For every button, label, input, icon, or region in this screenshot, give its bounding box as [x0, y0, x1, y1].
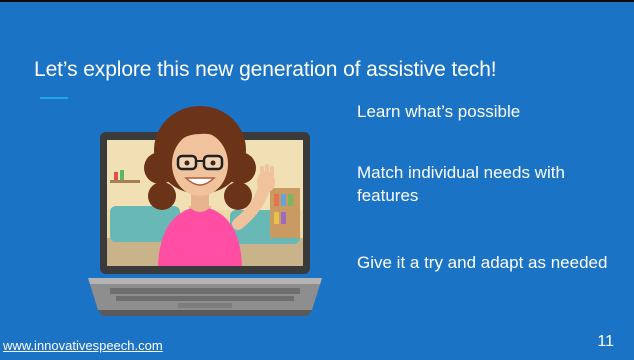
- slide: Let’s explore this new generation of ass…: [0, 0, 634, 360]
- website-link[interactable]: www.innovativespeech.com: [3, 338, 163, 353]
- bullet-try: Give it a try and adapt as needed: [357, 253, 608, 272]
- slide-number: 11: [597, 333, 614, 350]
- title-accent-line: [40, 97, 68, 99]
- bullet-learn: Learn what’s possible: [357, 102, 521, 121]
- top-border: [0, 0, 634, 2]
- laptop-with-avatar-icon: [88, 106, 322, 316]
- bullet-match: Match individual needs with features: [357, 163, 565, 205]
- slide-title: Let’s explore this new generation of ass…: [34, 58, 497, 81]
